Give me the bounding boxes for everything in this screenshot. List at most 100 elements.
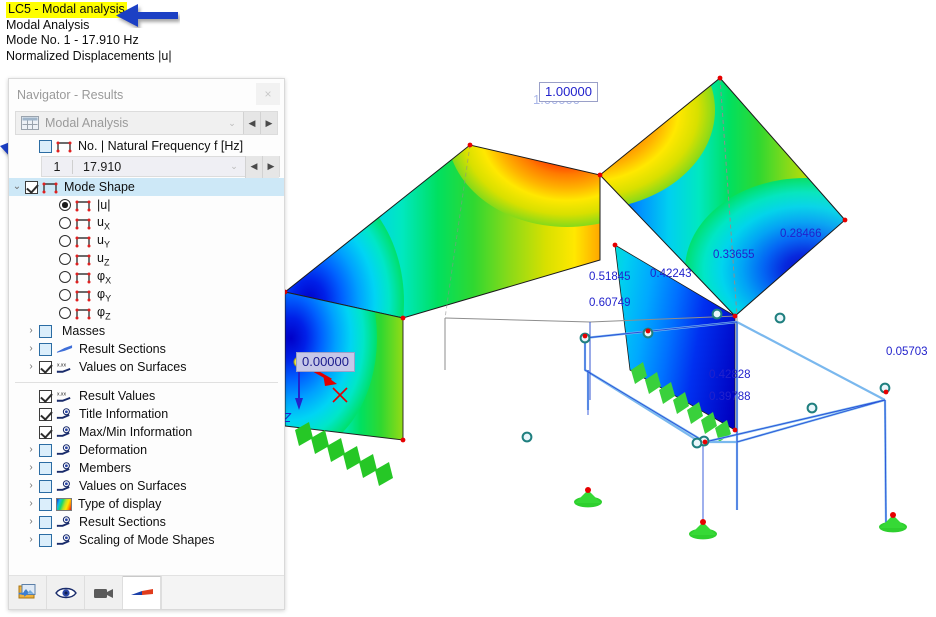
tree-item-label: Members [79, 461, 132, 475]
frequency-selector[interactable]: 1 17.910 ⌄ ◀ ▶ [41, 155, 280, 178]
checkbox-unchecked[interactable] [39, 533, 52, 547]
component-label: uY [97, 232, 110, 250]
checkbox-checked[interactable] [39, 389, 52, 403]
component-label: uX [97, 214, 110, 232]
results-tree-mid[interactable]: › Masses › Result Sections › x.xx Values on Su… [9, 322, 284, 376]
tree-item-deformation[interactable]: › Deformation [9, 441, 284, 459]
expander-icon[interactable]: › [23, 358, 39, 376]
checkbox-unchecked[interactable] [39, 461, 52, 475]
tree-item-members[interactable]: › Members [9, 459, 284, 477]
tree-item-result-sections[interactable]: › Result Sections [9, 513, 284, 531]
component-label: |u| [97, 198, 111, 212]
divider [15, 382, 278, 383]
prev-button[interactable]: ◀ [243, 112, 260, 134]
tree-item-no-natural-frequency-f-hz[interactable]: No. | Natural Frequency f [Hz] [9, 137, 284, 155]
radio-unselected[interactable] [59, 253, 71, 265]
eye-icon [56, 534, 70, 545]
tree-item-label: Result Values [79, 389, 156, 403]
prev-button[interactable]: ◀ [245, 155, 262, 178]
tree-item-type-of-display[interactable]: › Type of display [9, 495, 284, 513]
chevron-down-icon[interactable]: ⌄ [221, 112, 243, 134]
checkbox-unchecked[interactable] [39, 497, 52, 511]
checkbox-unchecked[interactable] [39, 479, 52, 493]
video-button[interactable] [85, 576, 123, 609]
result-section-icon [56, 345, 73, 353]
node-value-label: 0.33655 [713, 249, 755, 261]
values-xx-icon: x.xx [56, 362, 71, 373]
result-sections-button[interactable] [123, 576, 161, 609]
tree-item-result-sections[interactable]: › Result Sections [9, 340, 284, 358]
checkbox-checked[interactable] [39, 407, 52, 421]
result-type-line: Normalized Displacements |u| [6, 48, 172, 63]
frequency-number: 1 [53, 159, 61, 174]
eye-icon [56, 462, 70, 473]
next-button[interactable]: ▶ [262, 155, 279, 178]
component-option-uX[interactable]: uX [9, 214, 284, 232]
navigator-titlebar[interactable]: Navigator - Results × [9, 79, 284, 111]
radio-unselected[interactable] [59, 271, 71, 283]
expander-icon[interactable]: ⌄ [9, 178, 25, 196]
tree-item-values-on-surfaces[interactable]: › Values on Surfaces [9, 477, 284, 495]
component-option-φZ[interactable]: φZ [9, 304, 284, 322]
expander-icon[interactable]: › [23, 477, 39, 495]
radio-unselected[interactable] [59, 307, 71, 319]
export-image-button[interactable] [9, 576, 47, 609]
node-value-label: 0.05703 [886, 346, 928, 358]
tree-item-mode-shape[interactable]: ⌄ Mode Shape [9, 178, 284, 196]
tree-item-masses[interactable]: › Masses [9, 322, 284, 340]
tree-item-label: Values on Surfaces [79, 479, 187, 493]
radio-unselected[interactable] [59, 235, 71, 247]
visibility-button[interactable] [47, 576, 85, 609]
component-option-uZ[interactable]: uZ [9, 250, 284, 268]
model-viewport[interactable]: 1.00000 1.00000 0.00000 Z 0.284660.33655… [283, 70, 936, 617]
tree-item-label: Result Sections [79, 342, 166, 356]
tree-item-scaling-of-mode-shapes[interactable]: › Scaling of Mode Shapes [9, 531, 284, 549]
next-button[interactable]: ▶ [260, 112, 277, 134]
tree-item-title-information[interactable]: Title Information [9, 405, 284, 423]
checkbox-unchecked[interactable] [39, 324, 52, 338]
radio-unselected[interactable] [59, 217, 71, 229]
expander-icon[interactable]: › [23, 513, 39, 531]
load-case-line: LC5 - Modal analysis [4, 2, 294, 18]
checkbox-unchecked[interactable] [39, 443, 52, 457]
mode-shape-branch[interactable]: ⌄ Mode Shape [9, 178, 284, 196]
model-3d-canvas[interactable] [285, 70, 936, 617]
checkbox-checked[interactable] [39, 425, 52, 439]
close-icon[interactable]: × [256, 83, 280, 105]
component-option-uY[interactable]: uY [9, 232, 284, 250]
checkbox-unchecked[interactable] [39, 139, 52, 153]
checkbox-unchecked[interactable] [39, 515, 52, 529]
navigator-results-panel[interactable]: Navigator - Results × Modal Analysis ⌄ ◀… [8, 78, 285, 610]
expander-icon[interactable]: › [23, 340, 39, 358]
chevron-down-icon[interactable]: ⌄ [223, 156, 245, 178]
component-option-φX[interactable]: φX [9, 268, 284, 286]
node-value-label: 0.42243 [650, 268, 692, 280]
checkbox-checked[interactable] [39, 360, 52, 374]
tree-item-label: Max/Min Information [79, 425, 193, 439]
expander-icon[interactable]: › [23, 459, 39, 477]
surface-icon [75, 254, 91, 265]
checkbox-checked[interactable] [25, 180, 38, 194]
radio-unselected[interactable] [59, 289, 71, 301]
tree-item-result-values[interactable]: x.xx Result Values [9, 387, 284, 405]
component-option-φY[interactable]: φY [9, 286, 284, 304]
min-value-label: 0.00000 [296, 352, 355, 372]
radio-selected[interactable] [59, 199, 71, 211]
analysis-type-combo[interactable]: Modal Analysis ⌄ ◀ ▶ [15, 111, 278, 135]
node-value-label: 0.39788 [709, 391, 751, 403]
expander-icon[interactable]: › [23, 495, 39, 513]
surface-icon [75, 236, 91, 247]
checkbox-unchecked[interactable] [39, 342, 52, 356]
navigator-toolbar[interactable] [9, 575, 284, 609]
display-options-tree[interactable]: x.xx Result Values Title Information Max/Mi… [9, 387, 284, 549]
displacement-component-list[interactable]: |u| uX uY uZ φX φY φZ [9, 196, 284, 322]
tree-item-values-on-surfaces[interactable]: › x.xx Values on Surfaces [9, 358, 284, 376]
component-option-|u|[interactable]: |u| [9, 196, 284, 214]
expander-icon[interactable]: › [23, 531, 39, 549]
values-xx-icon: x.xx [56, 391, 71, 402]
expander-icon[interactable]: › [23, 441, 39, 459]
expander-icon[interactable]: › [23, 322, 39, 340]
surface-icon [75, 218, 91, 229]
tree-item-max-min-information[interactable]: Max/Min Information [9, 423, 284, 441]
results-tree-top[interactable]: No. | Natural Frequency f [Hz] [9, 137, 284, 155]
